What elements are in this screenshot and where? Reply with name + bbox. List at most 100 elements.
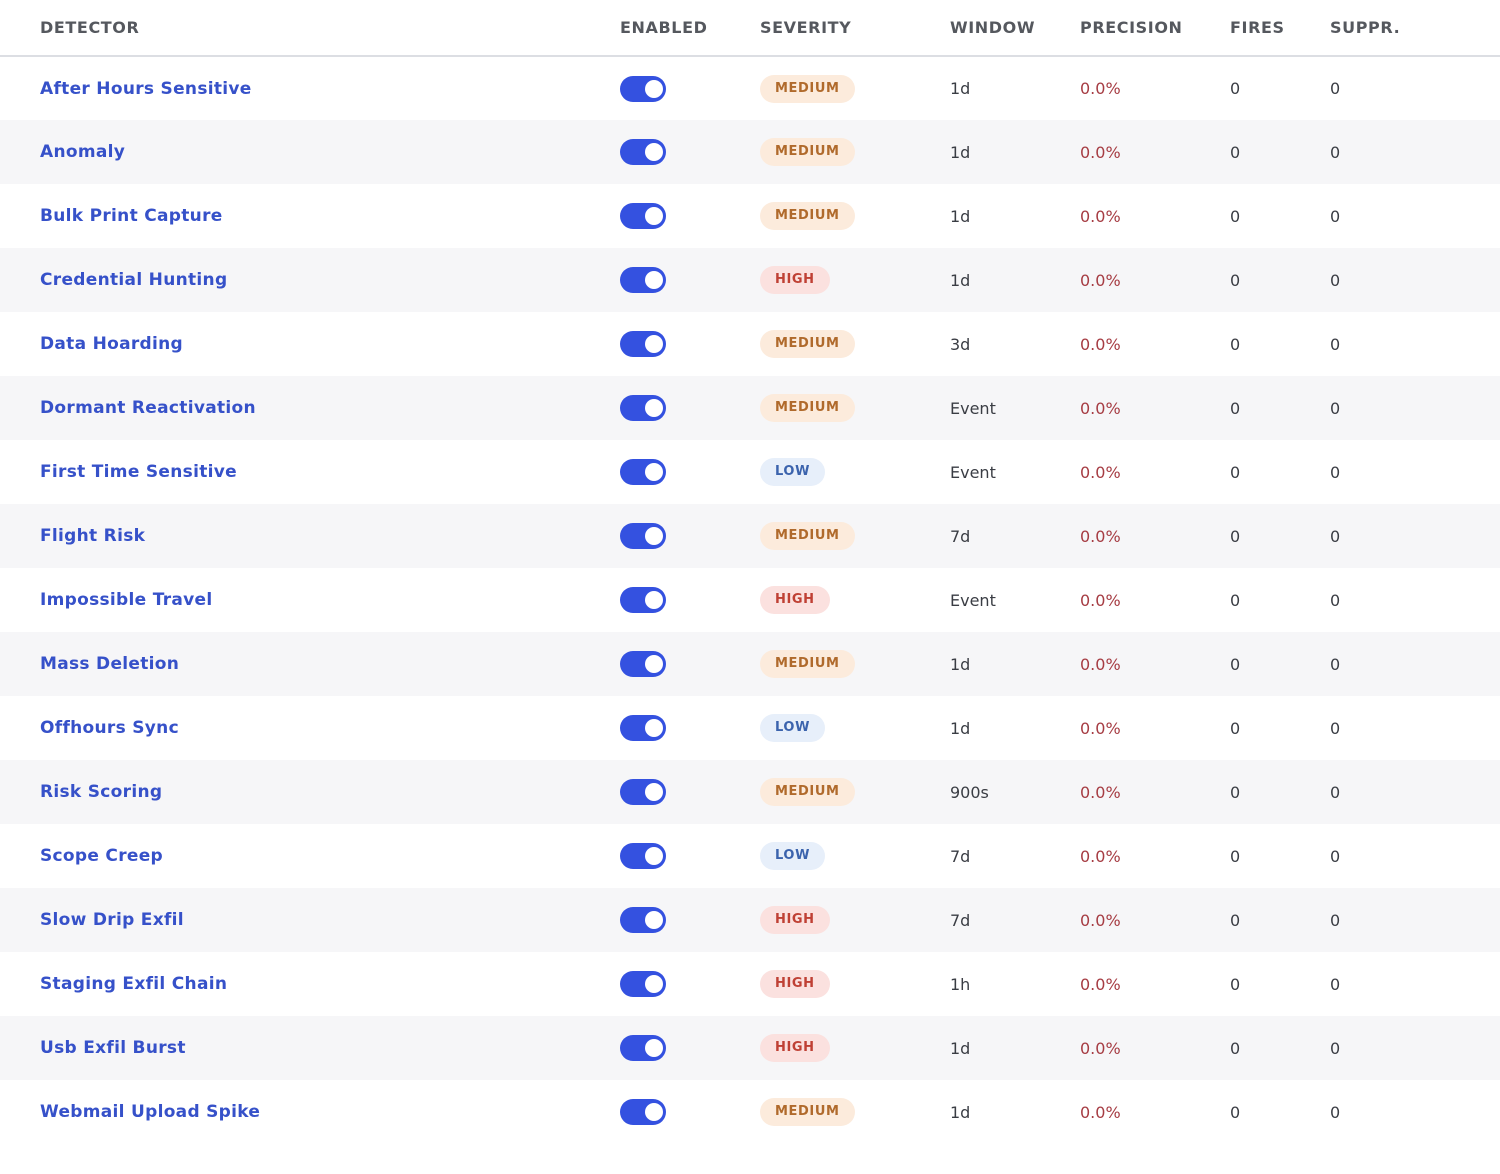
- enabled-toggle[interactable]: [620, 267, 666, 293]
- detector-name-link[interactable]: Webmail Upload Spike: [40, 1102, 260, 1122]
- enabled-toggle[interactable]: [620, 1035, 666, 1061]
- detector-cell: Impossible Travel: [0, 568, 620, 632]
- table-row: Dormant Reactivation MEDIUM Event 0.0% 0 0: [0, 376, 1500, 440]
- detector-name-link[interactable]: Bulk Print Capture: [40, 206, 223, 226]
- precision-cell: 0.0%: [1080, 462, 1121, 482]
- fires-cell: 0: [1230, 718, 1241, 738]
- table-row: Mass Deletion MEDIUM 1d 0.0% 0 0: [0, 632, 1500, 696]
- detector-cell: Anomaly: [0, 120, 620, 184]
- precision-cell: 0.0%: [1080, 846, 1121, 866]
- enabled-toggle[interactable]: [620, 843, 666, 869]
- suppressed-cell: 0: [1330, 1038, 1341, 1058]
- toggle-knob: [645, 1039, 663, 1057]
- enabled-toggle[interactable]: [620, 331, 666, 357]
- precision-cell: 0.0%: [1080, 590, 1121, 610]
- severity-cell: MEDIUM: [760, 632, 950, 696]
- detector-name-link[interactable]: Impossible Travel: [40, 590, 213, 610]
- severity-cell: HIGH: [760, 568, 950, 632]
- detector-cell: Risk Scoring: [0, 760, 620, 824]
- severity-cell: HIGH: [760, 952, 950, 1016]
- enabled-cell: [620, 1016, 760, 1080]
- enabled-toggle[interactable]: [620, 523, 666, 549]
- detector-name-link[interactable]: First Time Sensitive: [40, 462, 237, 482]
- column-header-detector[interactable]: DETECTOR: [0, 0, 620, 56]
- enabled-cell: [620, 504, 760, 568]
- column-header-window[interactable]: WINDOW: [950, 0, 1080, 56]
- severity-cell: MEDIUM: [760, 120, 950, 184]
- precision-cell: 0.0%: [1080, 206, 1121, 226]
- enabled-toggle[interactable]: [620, 651, 666, 677]
- enabled-toggle[interactable]: [620, 779, 666, 805]
- detector-name-link[interactable]: Usb Exfil Burst: [40, 1038, 186, 1058]
- suppressed-cell: 0: [1330, 79, 1341, 98]
- detector-name-link[interactable]: Offhours Sync: [40, 718, 179, 738]
- enabled-toggle[interactable]: [620, 971, 666, 997]
- window-cell: Event: [950, 590, 996, 610]
- detector-name-link[interactable]: Anomaly: [40, 142, 125, 162]
- suppressed-cell: 0: [1330, 718, 1341, 738]
- enabled-toggle[interactable]: [620, 907, 666, 933]
- detector-name-link[interactable]: Scope Creep: [40, 846, 163, 866]
- enabled-toggle[interactable]: [620, 459, 666, 485]
- fires-cell: 0: [1230, 1038, 1241, 1058]
- suppressed-cell: 0: [1330, 398, 1341, 418]
- table-row: Offhours Sync LOW 1d 0.0% 0 0: [0, 696, 1500, 760]
- precision-cell: 0.0%: [1080, 718, 1121, 738]
- precision-cell: 0.0%: [1080, 910, 1121, 930]
- window-cell: Event: [950, 462, 996, 482]
- severity-cell: HIGH: [760, 1016, 950, 1080]
- toggle-knob: [645, 783, 663, 801]
- fires-cell: 0: [1230, 846, 1241, 866]
- detector-name-link[interactable]: Dormant Reactivation: [40, 398, 256, 418]
- table-row: Webmail Upload Spike MEDIUM 1d 0.0% 0 0: [0, 1080, 1500, 1144]
- column-header-fires[interactable]: FIRES: [1230, 0, 1330, 56]
- enabled-toggle[interactable]: [620, 203, 666, 229]
- severity-badge: HIGH: [760, 586, 830, 614]
- precision-cell: 0.0%: [1080, 974, 1121, 994]
- enabled-toggle[interactable]: [620, 139, 666, 165]
- enabled-toggle[interactable]: [620, 395, 666, 421]
- enabled-toggle[interactable]: [620, 1099, 666, 1125]
- detector-name-link[interactable]: Credential Hunting: [40, 270, 227, 290]
- detector-cell: Usb Exfil Burst: [0, 1016, 620, 1080]
- detector-name-link[interactable]: Staging Exfil Chain: [40, 974, 227, 994]
- column-header-severity[interactable]: SEVERITY: [760, 0, 950, 56]
- severity-cell: LOW: [760, 696, 950, 760]
- enabled-toggle[interactable]: [620, 715, 666, 741]
- toggle-knob: [645, 527, 663, 545]
- detector-name-link[interactable]: After Hours Sensitive: [40, 79, 252, 99]
- fires-cell: 0: [1230, 398, 1241, 418]
- enabled-toggle[interactable]: [620, 587, 666, 613]
- severity-cell: MEDIUM: [760, 1080, 950, 1144]
- enabled-cell: [620, 184, 760, 248]
- column-header-enabled[interactable]: ENABLED: [620, 0, 760, 56]
- enabled-cell: [620, 120, 760, 184]
- detector-name-link[interactable]: Risk Scoring: [40, 782, 162, 802]
- table-row: Slow Drip Exfil HIGH 7d 0.0% 0 0: [0, 888, 1500, 952]
- suppressed-cell: 0: [1330, 782, 1341, 802]
- enabled-toggle[interactable]: [620, 75, 666, 102]
- detector-name-link[interactable]: Flight Risk: [40, 526, 145, 546]
- detector-cell: Bulk Print Capture: [0, 184, 620, 248]
- window-cell: 3d: [950, 334, 971, 354]
- column-header-precision[interactable]: PRECISION: [1080, 0, 1230, 56]
- window-cell: 1d: [950, 654, 971, 674]
- suppressed-cell: 0: [1330, 910, 1341, 930]
- enabled-cell: [620, 760, 760, 824]
- suppressed-cell: 0: [1330, 654, 1341, 674]
- detector-name-link[interactable]: Mass Deletion: [40, 654, 179, 674]
- detector-name-link[interactable]: Data Hoarding: [40, 334, 183, 354]
- column-header-suppressed[interactable]: SUPPR.: [1330, 0, 1500, 56]
- fires-cell: 0: [1230, 270, 1241, 290]
- severity-badge: MEDIUM: [760, 1098, 855, 1126]
- severity-badge: HIGH: [760, 970, 830, 998]
- detector-name-link[interactable]: Slow Drip Exfil: [40, 910, 184, 930]
- detector-cell: Dormant Reactivation: [0, 376, 620, 440]
- detector-cell: Slow Drip Exfil: [0, 888, 620, 952]
- window-cell: 7d: [950, 910, 971, 930]
- detector-cell: Mass Deletion: [0, 632, 620, 696]
- severity-badge: LOW: [760, 714, 826, 742]
- severity-badge: HIGH: [760, 1034, 830, 1062]
- suppressed-cell: 0: [1330, 270, 1341, 290]
- enabled-cell: [620, 1080, 760, 1144]
